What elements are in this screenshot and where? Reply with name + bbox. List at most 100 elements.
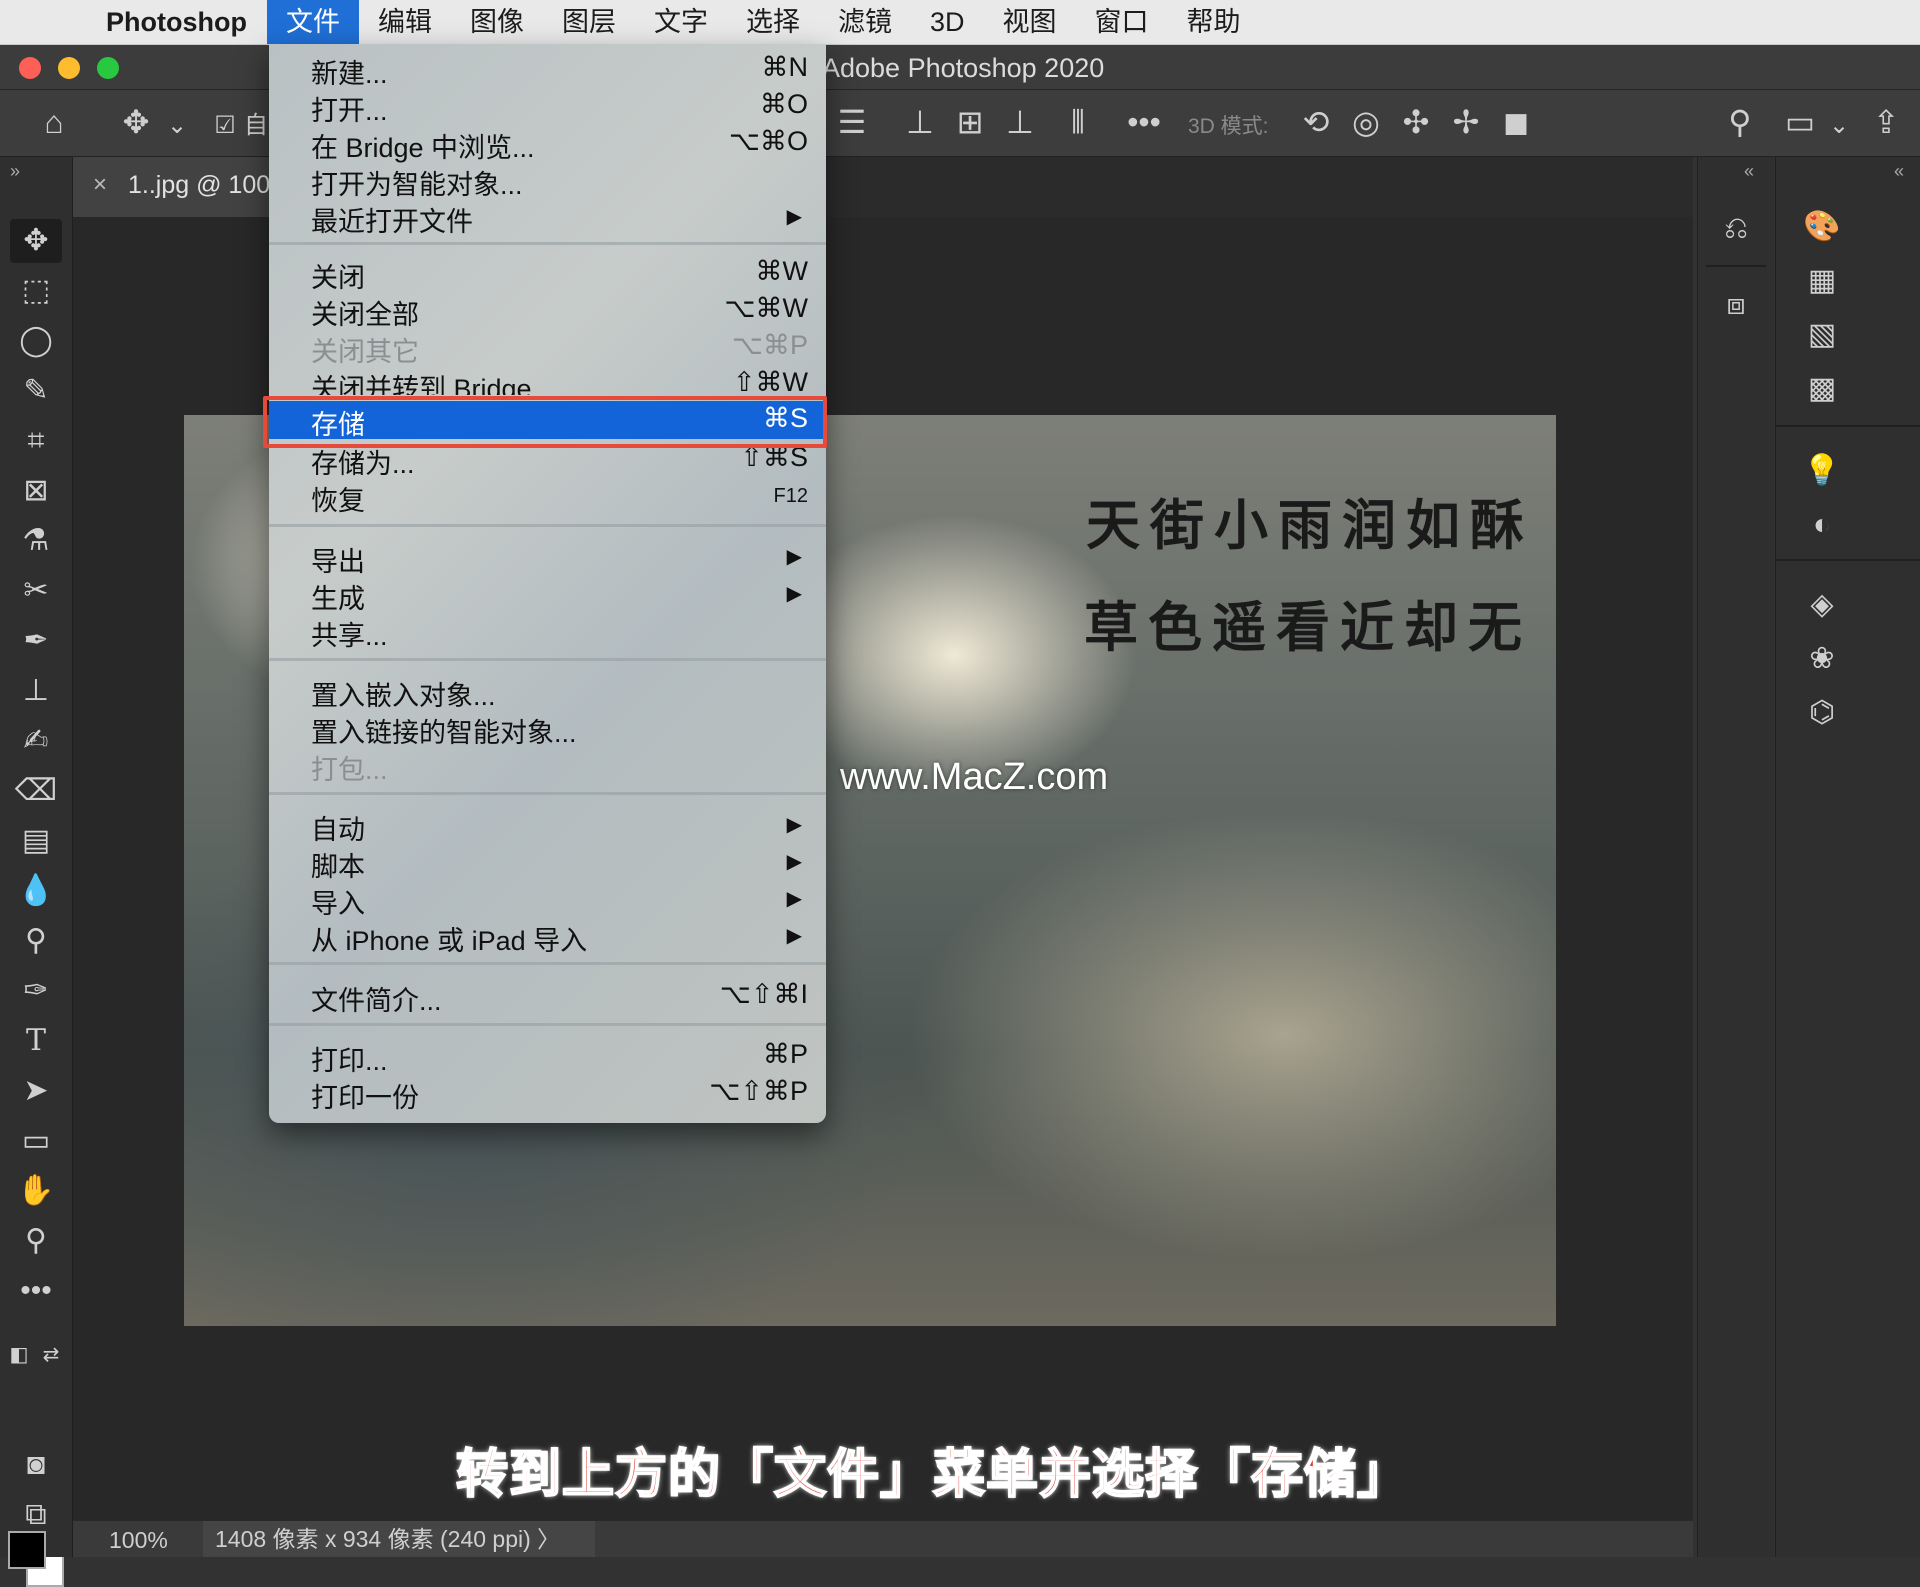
clone-stamp-tool-icon[interactable]: ⊥ — [10, 669, 62, 713]
healing-brush-tool-icon[interactable]: ✂ — [10, 569, 62, 613]
path-select-tool-icon[interactable]: ➤ — [10, 1069, 62, 1113]
quick-select-tool-icon[interactable]: ✎ — [10, 369, 62, 413]
type-tool-icon[interactable]: T — [10, 1019, 62, 1063]
layers-panel-icon[interactable]: ◈ — [1792, 583, 1852, 627]
3d-slide-icon[interactable]: ✢ — [1446, 102, 1486, 142]
paths-panel-icon[interactable]: ⌬ — [1792, 691, 1852, 735]
swap-colors-icon[interactable]: ⇄ — [36, 1333, 66, 1377]
crop-tool-icon[interactable]: ⌗ — [10, 419, 62, 463]
distribute-left-icon[interactable]: ⫴ — [1058, 102, 1098, 142]
close-window-button[interactable] — [19, 57, 41, 79]
edit-toolbar-icon[interactable]: ••• — [10, 1269, 62, 1313]
default-colors-icon[interactable]: ◧ — [4, 1333, 34, 1377]
share-icon[interactable]: ⇪ — [1866, 102, 1906, 142]
menu-edit[interactable]: 编辑 — [359, 0, 451, 44]
dodge-tool-icon[interactable]: ⚲ — [10, 919, 62, 963]
menu-view[interactable]: 视图 — [984, 0, 1076, 44]
collapse-right-panels-icon[interactable]: « — [1894, 161, 1904, 182]
3d-roll-icon[interactable]: ◎ — [1346, 102, 1386, 142]
workspace-icon[interactable]: ▭ — [1780, 102, 1820, 142]
menu-item-automate[interactable]: 自动 ▶ — [269, 806, 826, 845]
menu-item-close[interactable]: 关闭 ⌘W — [269, 254, 826, 293]
menu-item-share[interactable]: 共享... — [269, 612, 826, 651]
eyedropper-tool-icon[interactable]: ⚗ — [10, 519, 62, 563]
menu-item-print-one-copy[interactable]: 打印一份 ⌥⇧⌘P — [269, 1074, 826, 1113]
rectangle-tool-icon[interactable]: ▭ — [10, 1119, 62, 1163]
menu-item-place-embedded[interactable]: 置入嵌入对象... — [269, 672, 826, 711]
zoom-level[interactable]: 100% — [109, 1527, 168, 1554]
align-bottom-icon[interactable]: ☰ — [832, 102, 872, 142]
chevron-down-icon[interactable]: ⌄ — [164, 106, 190, 146]
lasso-tool-icon[interactable]: ◯ — [10, 319, 62, 363]
menu-item-save[interactable]: 存储 ⌘S — [269, 401, 826, 440]
channels-panel-icon[interactable]: ❀ — [1792, 637, 1852, 681]
close-tab-icon[interactable]: × — [93, 171, 107, 199]
app-name-menu[interactable]: Photoshop — [106, 7, 247, 38]
3d-pan-icon[interactable]: ✣ — [1396, 102, 1436, 142]
menu-type[interactable]: 文字 — [635, 0, 727, 44]
menu-3d[interactable]: 3D — [911, 0, 984, 44]
document-info[interactable]: 1408 像素 x 934 像素 (240 ppi) 〉 — [203, 1521, 595, 1557]
menu-item-open-recent[interactable]: 最近打开文件 ▶ — [269, 198, 826, 237]
menu-item-browse-in-bridge[interactable]: 在 Bridge 中浏览... ⌥⌘O — [269, 124, 826, 163]
learn-panel-icon[interactable]: 💡 — [1792, 449, 1852, 493]
gradient-tool-icon[interactable]: ▤ — [10, 819, 62, 863]
menu-item-import[interactable]: 导入 ▶ — [269, 880, 826, 919]
3d-orbit-icon[interactable]: ⟲ — [1296, 102, 1336, 142]
zoom-tool-icon[interactable]: ⚲ — [10, 1219, 62, 1263]
menu-item-new[interactable]: 新建... ⌘N — [269, 50, 826, 89]
screen-mode-icon[interactable]: ⧉ — [10, 1493, 62, 1537]
hand-tool-icon[interactable]: ✋ — [10, 1169, 62, 1213]
menu-item-import-from-iphone-ipad[interactable]: 从 iPhone 或 iPad 导入 ▶ — [269, 917, 826, 956]
eraser-tool-icon[interactable]: ⌫ — [10, 769, 62, 813]
move-tool-icon[interactable]: ✥ — [116, 102, 156, 142]
blur-tool-icon[interactable]: 💧 — [10, 869, 62, 913]
patterns-panel-icon[interactable]: ▩ — [1792, 367, 1852, 411]
move-tool-icon[interactable]: ✥ — [10, 219, 62, 263]
frame-tool-icon[interactable]: ⊠ — [10, 469, 62, 513]
distribute-vcenter-icon[interactable]: ⊞ — [950, 102, 990, 142]
menu-item-close-all[interactable]: 关闭全部 ⌥⌘W — [269, 291, 826, 330]
menu-item-file-info[interactable]: 文件简介... ⌥⇧⌘I — [269, 977, 826, 1016]
menu-item-save-as[interactable]: 存储为... ⇧⌘S — [269, 440, 826, 479]
quick-mask-icon[interactable]: ◙ — [10, 1443, 62, 1487]
menu-item-export[interactable]: 导出 ▶ — [269, 538, 826, 577]
home-icon[interactable]: ⌂ — [34, 102, 74, 142]
color-panel-icon[interactable]: 🎨 — [1792, 205, 1852, 249]
menu-layer[interactable]: 图层 — [543, 0, 635, 44]
expand-toolbar-icon[interactable]: » — [10, 161, 20, 182]
3d-panel-icon[interactable]: ⧈ — [1706, 283, 1766, 327]
3d-camera-icon[interactable]: ◼ — [1496, 102, 1536, 142]
document-tab[interactable]: × 1..jpg @ 100 — [73, 157, 274, 217]
marquee-tool-icon[interactable]: ⬚ — [10, 269, 62, 313]
menu-item-print[interactable]: 打印... ⌘P — [269, 1037, 826, 1076]
menu-filter[interactable]: 滤镜 — [819, 0, 911, 44]
menu-item-close-and-go-to-bridge[interactable]: 关闭并转到 Bridge... ⇧⌘W — [269, 365, 826, 395]
zoom-window-button[interactable] — [97, 57, 119, 79]
minimize-window-button[interactable] — [58, 57, 80, 79]
menu-item-open[interactable]: 打开... ⌘O — [269, 87, 826, 126]
menu-item-open-as-smart-object[interactable]: 打开为智能对象... — [269, 161, 826, 200]
gradients-panel-icon[interactable]: ▧ — [1792, 313, 1852, 357]
swatches-panel-icon[interactable]: ▦ — [1792, 259, 1852, 303]
menu-select[interactable]: 选择 — [727, 0, 819, 44]
menu-image[interactable]: 图像 — [451, 0, 543, 44]
pen-tool-icon[interactable]: ✑ — [10, 969, 62, 1013]
distribute-top-icon[interactable]: ⊥ — [900, 102, 940, 142]
workspace-chevron-icon[interactable]: ⌄ — [1826, 106, 1852, 146]
menu-item-revert[interactable]: 恢复 F12 — [269, 477, 826, 516]
menu-item-scripts[interactable]: 脚本 ▶ — [269, 843, 826, 882]
menu-item-place-linked[interactable]: 置入链接的智能对象... — [269, 709, 826, 748]
history-panel-icon[interactable]: ⎌ — [1706, 207, 1766, 251]
distribute-bottom-icon[interactable]: ⊥ — [1000, 102, 1040, 142]
collapse-panels-icon[interactable]: « — [1744, 161, 1754, 182]
brush-tool-icon[interactable]: ✒ — [10, 619, 62, 663]
auto-select-checkbox[interactable]: ☑ — [212, 106, 238, 146]
search-icon[interactable]: ⚲ — [1720, 102, 1760, 142]
more-options-icon[interactable]: ••• — [1124, 102, 1164, 142]
menu-file[interactable]: 文件 — [266, 0, 359, 44]
menu-help[interactable]: 帮助 — [1168, 0, 1260, 44]
menu-item-generate[interactable]: 生成 ▶ — [269, 575, 826, 614]
history-brush-tool-icon[interactable]: ✍ — [10, 719, 62, 763]
menu-window[interactable]: 窗口 — [1076, 0, 1168, 44]
